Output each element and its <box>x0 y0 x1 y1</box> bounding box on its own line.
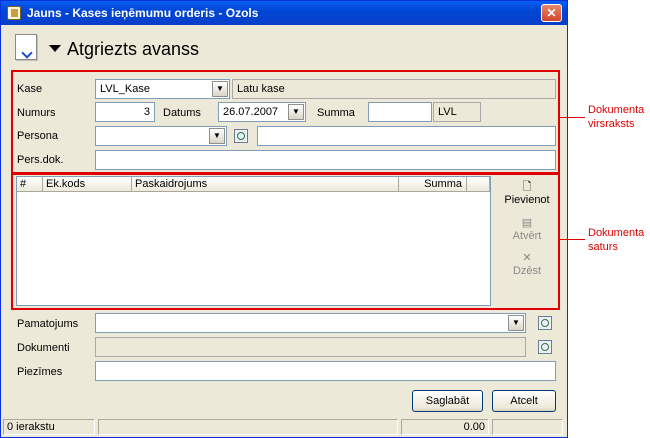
dokumenti-label: Dokumenti <box>17 342 70 354</box>
dokumenti-field <box>95 337 526 357</box>
header-section-highlight <box>11 70 560 174</box>
dialog-window: Jauns - Kases ieņēmumu orderis - Ozols ✕… <box>0 0 568 438</box>
cancel-button[interactable]: Atcelt <box>492 390 556 412</box>
close-button[interactable]: ✕ <box>541 4 562 22</box>
piezimes-label: Piezīmes <box>17 366 63 378</box>
app-icon <box>7 6 21 20</box>
document-icon <box>15 34 37 60</box>
title-bar: Jauns - Kases ieņēmumu orderis - Ozols ✕ <box>1 1 567 25</box>
content-section-highlight <box>11 173 560 310</box>
status-pane-empty <box>492 419 563 435</box>
chevron-down-icon[interactable]: ▼ <box>508 315 524 331</box>
annotation-content: Dokumenta saturs <box>588 226 644 254</box>
lookup-icon[interactable] <box>538 316 552 330</box>
annotation-line <box>559 239 585 240</box>
window-title: Jauns - Kases ieņēmumu orderis - Ozols <box>27 6 259 20</box>
page-title: Atgriezts avanss <box>67 39 200 59</box>
annotation-header-line2: virsraksts <box>588 118 635 130</box>
annotation-content-line1: Dokumenta <box>588 227 645 239</box>
annotation-header: Dokumenta virsraksts <box>588 103 644 131</box>
record-count: 0 ierakstu <box>3 419 95 435</box>
chevron-down-icon[interactable] <box>49 45 61 52</box>
lookup-icon[interactable] <box>538 340 552 354</box>
annotation-line <box>559 117 585 118</box>
pamatojums-select[interactable]: ▼ <box>95 313 526 333</box>
status-bar: 0 ierakstu 0.00 <box>1 417 567 437</box>
pamatojums-label: Pamatojums <box>17 318 79 330</box>
status-total: 0.00 <box>401 419 489 435</box>
save-button[interactable]: Saglabāt <box>412 390 483 412</box>
status-pane-empty <box>98 419 398 435</box>
piezimes-input[interactable] <box>95 361 556 381</box>
annotation-content-line2: saturs <box>588 241 618 253</box>
annotation-header-line1: Dokumenta <box>588 104 645 116</box>
